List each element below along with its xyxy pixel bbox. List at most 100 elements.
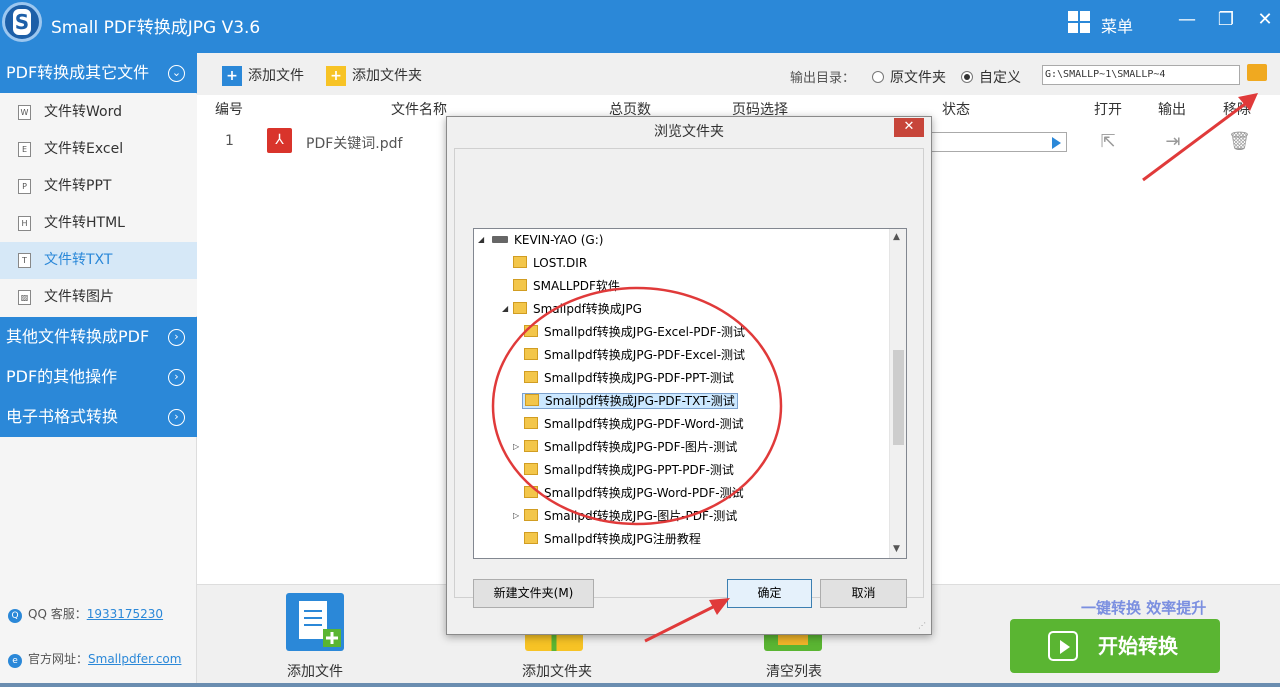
close-button[interactable]: ✕ bbox=[1250, 8, 1280, 32]
col-header-output: 输出 bbox=[1158, 102, 1186, 118]
expand-closed-icon[interactable]: ▷ bbox=[513, 436, 519, 458]
col-header-status: 状态 bbox=[942, 102, 970, 118]
sidebar-item-image[interactable]: ▨ 文件转图片 bbox=[0, 279, 197, 316]
sidebar-item-label: 文件转Word bbox=[44, 104, 122, 120]
row-filename: PDF关键词.pdf bbox=[306, 136, 403, 152]
dialog-close-button[interactable]: ✕ bbox=[894, 118, 924, 137]
sidebar-item-label: 文件转Excel bbox=[44, 141, 124, 157]
qq-contact: Q QQ 客服：1933175230 bbox=[8, 605, 163, 623]
tree-item[interactable]: LOST.DIR bbox=[513, 252, 587, 274]
category-ebook[interactable]: 电子书格式转换 › bbox=[0, 397, 197, 437]
tree-item[interactable]: Smallpdf转换成JPG-Excel-PDF-测试 bbox=[524, 321, 745, 343]
tree-item[interactable]: Smallpdf转换成JPG-PDF-PPT-测试 bbox=[524, 367, 734, 389]
new-folder-button[interactable]: 新建文件夹(M) bbox=[473, 579, 594, 608]
sidebar-item-label: 文件转PPT bbox=[44, 178, 112, 194]
open-icon[interactable]: ⇱ bbox=[1098, 132, 1118, 152]
radio-circle bbox=[872, 71, 884, 83]
output-path-field[interactable]: G:\SMALLP~1\SMALLP~4 bbox=[1042, 65, 1240, 85]
tree-item[interactable]: ▷ Smallpdf转换成JPG-图片-PDF-测试 bbox=[513, 505, 737, 527]
category-pdf-to-other[interactable]: PDF转换成其它文件 ⌄ bbox=[0, 53, 197, 93]
sidebar-item-label: 文件转TXT bbox=[44, 252, 113, 268]
folder-icon bbox=[524, 532, 538, 544]
menu-button[interactable]: 菜单 bbox=[1101, 13, 1133, 37]
chevron-down-icon: ⌄ bbox=[168, 65, 185, 82]
dialog-title: 浏览文件夹 bbox=[654, 124, 724, 140]
html-file-icon: H bbox=[18, 216, 31, 231]
selected-highlight: Smallpdf转换成JPG-PDF-TXT-测试 bbox=[522, 393, 738, 409]
scroll-down-icon[interactable]: ▼ bbox=[893, 544, 900, 554]
folder-icon bbox=[513, 302, 527, 314]
restore-button[interactable]: ❐ bbox=[1211, 8, 1241, 32]
category-other-to-pdf[interactable]: 其他文件转换成PDF › bbox=[0, 317, 197, 357]
sidebar-item-txt[interactable]: T 文件转TXT bbox=[0, 242, 197, 279]
start-convert-button[interactable]: 开始转换 bbox=[1010, 619, 1220, 673]
category-label: PDF的其他操作 bbox=[6, 367, 118, 386]
tree-item[interactable]: Smallpdf转换成JPG-PDF-Word-测试 bbox=[524, 413, 744, 435]
sidebar-item-ppt[interactable]: P 文件转PPT bbox=[0, 168, 197, 205]
add-file-big-icon[interactable] bbox=[286, 593, 344, 651]
ok-button[interactable]: 确定 bbox=[727, 579, 812, 608]
tree-item-selected[interactable]: Smallpdf转换成JPG-PDF-TXT-测试 bbox=[522, 390, 738, 412]
folder-icon bbox=[525, 394, 539, 406]
col-header-open: 打开 bbox=[1094, 102, 1122, 118]
browse-folder-icon[interactable] bbox=[1247, 64, 1267, 81]
folder-icon bbox=[524, 325, 538, 337]
sidebar: PDF转换成其它文件 ⌄ W 文件转Word E 文件转Excel P 文件转P… bbox=[0, 53, 197, 683]
chevron-right-icon: › bbox=[168, 409, 185, 426]
chevron-right-icon: › bbox=[168, 329, 185, 346]
sidebar-item-excel[interactable]: E 文件转Excel bbox=[0, 131, 197, 168]
add-file-big-label: 添加文件 bbox=[287, 664, 343, 680]
category-label: 其他文件转换成PDF bbox=[6, 327, 150, 346]
scroll-thumb[interactable] bbox=[893, 350, 904, 445]
tree-item[interactable]: Smallpdf转换成JPG-Word-PDF-测试 bbox=[524, 482, 744, 504]
expand-open-icon[interactable]: ◢ bbox=[502, 298, 508, 320]
browse-folder-dialog: 浏览文件夹 ✕ ◢ KEVIN-YAO (G:) LOST.DIR SMALLP… bbox=[446, 116, 932, 635]
category-pdf-other-ops[interactable]: PDF的其他操作 › bbox=[0, 357, 197, 397]
ie-icon: e bbox=[8, 654, 22, 668]
trash-icon[interactable]: 🗑 bbox=[1228, 132, 1251, 152]
folder-icon bbox=[524, 509, 538, 521]
excel-file-icon: E bbox=[18, 142, 31, 157]
radio-circle-checked bbox=[961, 71, 973, 83]
output-dir-label: 输出目录： bbox=[790, 71, 856, 86]
minimize-button[interactable]: — bbox=[1172, 8, 1202, 32]
add-file-button[interactable]: + 添加文件 bbox=[222, 65, 304, 86]
qq-number-link[interactable]: 1933175230 bbox=[87, 607, 163, 621]
website-link[interactable]: Smallpdfer.com bbox=[88, 652, 181, 666]
sidebar-item-label: 文件转HTML bbox=[44, 215, 125, 231]
scroll-up-icon[interactable]: ▲ bbox=[893, 232, 900, 242]
play-icon bbox=[1048, 631, 1078, 661]
tree-item[interactable]: SMALLPDF软件 bbox=[513, 275, 620, 297]
tree-item-drive[interactable]: ◢ KEVIN-YAO (G:) bbox=[478, 229, 603, 251]
tree-item[interactable]: Smallpdf转换成JPG-PPT-PDF-测试 bbox=[524, 459, 734, 481]
cancel-button[interactable]: 取消 bbox=[820, 579, 907, 608]
add-folder-button[interactable]: + 添加文件夹 bbox=[326, 65, 422, 86]
ppt-file-icon: P bbox=[18, 179, 31, 194]
tree-item[interactable]: ▷ Smallpdf转换成JPG-PDF-图片-测试 bbox=[513, 436, 737, 458]
title-bar: S Small PDF转换成JPG V3.6 菜单 — ❐ ✕ bbox=[0, 0, 1280, 53]
add-folder-icon: + bbox=[326, 66, 346, 86]
folder-icon bbox=[524, 463, 538, 475]
taskbar bbox=[0, 683, 1280, 687]
drive-icon bbox=[492, 236, 508, 243]
sidebar-item-html[interactable]: H 文件转HTML bbox=[0, 205, 197, 242]
sidebar-item-word[interactable]: W 文件转Word bbox=[0, 94, 197, 131]
expand-closed-icon[interactable]: ▷ bbox=[513, 505, 519, 527]
output-icon[interactable]: ⇥ bbox=[1163, 132, 1183, 152]
tree-item[interactable]: Smallpdf转换成JPG-PDF-Excel-测试 bbox=[524, 344, 745, 366]
qq-icon: Q bbox=[8, 609, 22, 623]
expand-open-icon[interactable]: ◢ bbox=[478, 229, 484, 251]
folder-icon bbox=[513, 279, 527, 291]
chevron-right-icon: › bbox=[168, 369, 185, 386]
menu-grid-icon[interactable] bbox=[1068, 11, 1090, 33]
tree-item[interactable]: ◢ Smallpdf转换成JPG bbox=[502, 298, 642, 320]
pdf-file-icon: ⅄ bbox=[267, 128, 292, 153]
tree-item[interactable]: Smallpdf转换成JPG注册教程 bbox=[524, 528, 701, 550]
col-header-index: 编号 bbox=[215, 102, 243, 118]
folder-tree[interactable]: ◢ KEVIN-YAO (G:) LOST.DIR SMALLPDF软件 ◢ S… bbox=[473, 228, 907, 559]
resize-grip-icon[interactable]: ⋰ bbox=[918, 621, 928, 631]
sidebar-item-label: 文件转图片 bbox=[44, 289, 114, 305]
radio-original-folder[interactable]: 原文件夹 bbox=[872, 67, 946, 87]
radio-custom-folder[interactable]: 自定义 bbox=[961, 67, 1021, 87]
tree-scrollbar[interactable]: ▲ ▼ bbox=[889, 229, 906, 558]
